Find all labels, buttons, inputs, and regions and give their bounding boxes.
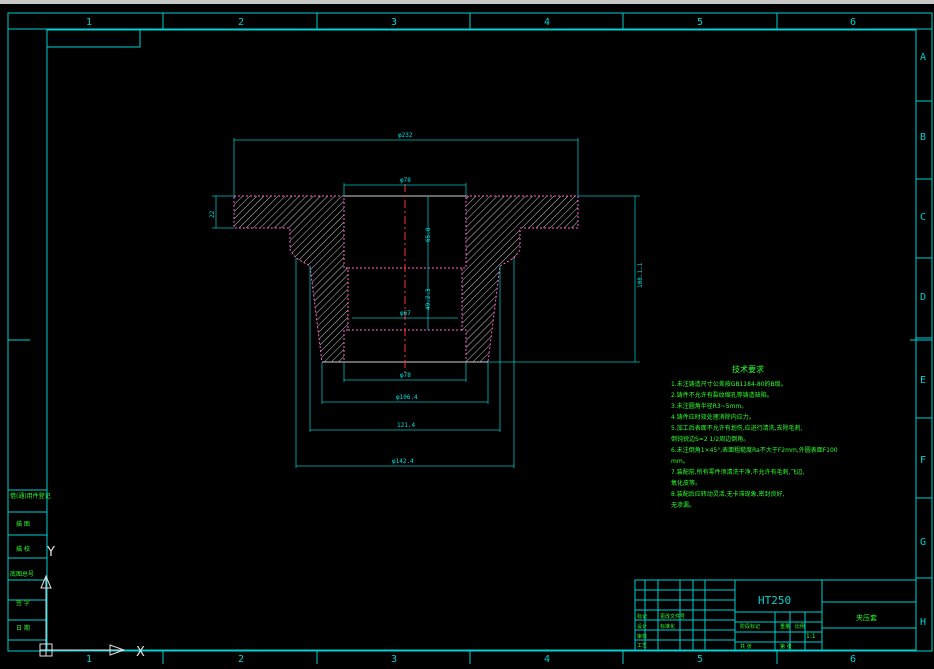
- dim-bottom-bore: φ78: [400, 372, 411, 379]
- col-label-1: 1: [86, 17, 92, 28]
- col-label-2: 2: [238, 17, 244, 28]
- tech-line-4: 5.加工后表面不允许有划伤,应进行清洗,去除毛刺,: [671, 424, 803, 432]
- corner-box: [46, 29, 141, 48]
- dim-142: φ142.4: [392, 458, 414, 465]
- row-label-E: E: [920, 375, 926, 386]
- dim-mid-bore: φ67: [400, 310, 411, 317]
- col-bottom-label-5: 5: [697, 654, 703, 665]
- title-part-name: 夹压套: [856, 613, 877, 622]
- sidebar-item-4: 底图总号: [10, 570, 34, 578]
- left-hatch-section: [233, 195, 349, 363]
- col-label-5: 5: [697, 17, 703, 28]
- tech-line-5: 倒钝锐边S=2 1/2周边倒角。: [671, 435, 749, 443]
- col-bottom-label-4: 4: [544, 654, 550, 665]
- row-label-A: A: [920, 52, 926, 63]
- tech-line-1: 2.铸件不允许有裂纹缩孔等铸造缺陷。: [671, 391, 773, 399]
- dim-top-bore: φ78: [400, 177, 411, 184]
- tb-cell-9: 重量: [780, 623, 790, 630]
- col-bottom-label-6: 6: [850, 654, 856, 665]
- sidebar-item-5: 签 字: [16, 599, 30, 607]
- cad-drawing-canvas[interactable]: 1 2 3 4 5 6 1 2 3 4 5 6 A B C D E F G H: [0, 0, 934, 669]
- col-label-3: 3: [391, 17, 397, 28]
- tb-cell-11: 审核: [637, 633, 647, 640]
- sidebar-item-6: 日 期: [16, 624, 30, 632]
- ucs-x-label: X: [136, 645, 145, 660]
- row-label-D: D: [920, 292, 926, 303]
- dim-106: φ106.4: [396, 394, 418, 401]
- dim-depth-top: 65.8: [425, 227, 432, 242]
- tech-line-2: 3.未注圆角半径R3~5mm。: [671, 402, 747, 410]
- col-label-4: 4: [544, 17, 550, 28]
- tb-cell-6: 设计: [637, 623, 647, 630]
- ucs-y-label: Y: [46, 545, 55, 560]
- tech-line-9: 氧化皮等。: [671, 479, 701, 487]
- right-hatch-section: [461, 195, 579, 363]
- dimension-texts: φ232 φ78 22 108.1.1 65.8 49.2.3 φ67 φ78 …: [209, 132, 644, 465]
- tech-line-10: 8.装配后应转动灵活,无卡滞现象,密封良好,: [671, 490, 785, 498]
- row-label-B: B: [920, 132, 926, 143]
- row-label-F: F: [920, 455, 926, 466]
- title-material: HT250: [758, 594, 791, 607]
- sidebar-item-3: 描 校: [16, 545, 30, 553]
- tech-line-11: 无渗漏。: [671, 501, 695, 509]
- dim-121: 121.4: [397, 422, 415, 429]
- col-bottom-label-3: 3: [391, 654, 397, 665]
- row-label-G: G: [920, 537, 926, 548]
- sidebar-item-2: 描 图: [16, 520, 30, 528]
- left-sidebar-table: 借(通)用件登记 描 图 描 校 底图总号 签 字 日 期: [7, 489, 51, 641]
- tb-cell-12: 工艺: [637, 643, 647, 649]
- row-label-C: C: [920, 212, 926, 223]
- title-scale: 1:1: [806, 633, 816, 640]
- tech-line-7: mm。: [671, 458, 689, 465]
- tech-line-8: 7.装配前,所有零件须清洗干净,不允许有毛刺,飞边,: [671, 468, 804, 476]
- tb-cell-8: 阶段标记: [740, 623, 760, 630]
- tb-cell-3: 更改文件号: [660, 613, 685, 620]
- tb-cell-15: 第 张: [780, 643, 792, 650]
- row-label-H: H: [920, 617, 926, 628]
- col-label-6: 6: [850, 17, 856, 28]
- tech-line-3: 4.铸件应时效处理消除内应力。: [671, 413, 755, 421]
- top-column-strip: 1 2 3 4 5 6: [8, 13, 932, 30]
- ucs-icon: [39, 574, 126, 657]
- tech-line-0: 1.未注铸造尺寸公差按GB1184-80的B级。: [671, 380, 787, 388]
- tb-cell-14: 共 张: [740, 643, 752, 650]
- col-bottom-label-2: 2: [238, 654, 244, 665]
- tb-cell-7: 标准化: [660, 623, 675, 630]
- tech-requirements: 技术要求 1.未注铸造尺寸公差按GB1184-80的B级。 2.铸件不允许有裂纹…: [671, 364, 838, 509]
- col-bottom-label-1: 1: [86, 654, 92, 665]
- tech-line-6: 6.未注倒角1×45°,表面粗糙度Ra不大于F2mm,外圆表面F100: [671, 446, 838, 454]
- dim-depth-mid: 49.2.3: [425, 288, 432, 310]
- dim-total-height: 108.1.1: [637, 262, 644, 288]
- sidebar-item-0: 借(通)用件登记: [10, 492, 51, 500]
- tech-title: 技术要求: [732, 364, 764, 374]
- tb-cell-10: 比例: [795, 623, 805, 630]
- dim-outer-diameter: φ232: [398, 132, 413, 139]
- dim-flange-thickness: 22: [209, 210, 216, 218]
- bottom-column-strip: 1 2 3 4 5 6: [86, 650, 856, 665]
- tb-cell-0: 标记: [637, 613, 647, 620]
- part-section: [233, 184, 579, 374]
